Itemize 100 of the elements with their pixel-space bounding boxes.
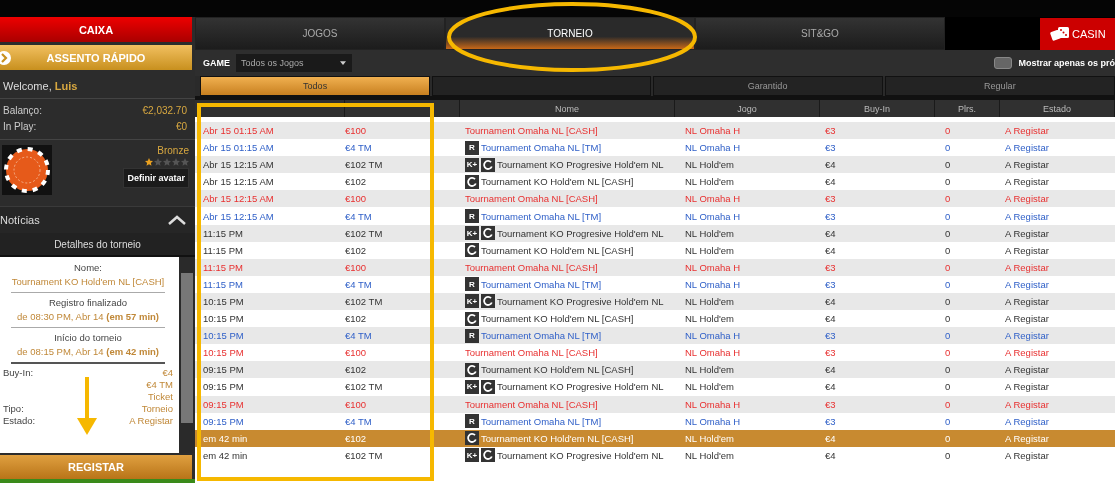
tournament-name: Tournament KO Hold'em NL [CASH]: [10, 275, 166, 289]
tournament-name-cell: Tournament KO Progresive Hold'em NL: [497, 227, 664, 239]
game-cell-text: NL Hold'em: [684, 159, 735, 171]
filter-tab[interactable]: Garantido: [652, 76, 883, 96]
player-level: Bronze: [157, 145, 189, 156]
buy-in-cell-text: €3: [824, 125, 837, 137]
status-cell-text: A Registar: [1004, 176, 1050, 188]
circular-arrow-icon: [465, 174, 479, 189]
scrollbar[interactable]: [179, 257, 195, 453]
nav-tab[interactable]: JOGOS: [195, 17, 445, 50]
game-cell-text: NL Omaha H: [684, 261, 742, 273]
set-avatar-button[interactable]: Definir avatar: [123, 168, 189, 188]
cashier-button[interactable]: CAIXA: [0, 17, 192, 42]
time-cell-text: 10:15 PM: [202, 347, 245, 359]
players-cell-text: 0: [944, 432, 952, 444]
buy-in-cell-text: €3: [824, 330, 837, 342]
time-cell-text: Abr 15 12:15 AM: [202, 193, 275, 205]
tournament-name-cell: Tournament Omaha NL [TM]: [481, 415, 602, 427]
status-cell-text: A Registar: [1004, 125, 1050, 137]
game-cell-text: NL Omaha H: [684, 347, 742, 359]
table-row[interactable]: Abr 15 12:15 AM €100 Tournament Omaha NL [CASH] NL Omaha H €3 0 A Registar: [195, 190, 1115, 208]
buy-in-cell-text: €3: [824, 278, 837, 290]
game-cell-text: NL Omaha H: [684, 278, 742, 290]
buy-in-cell-text: €3: [824, 210, 837, 222]
status-cell-text: A Registar: [1004, 398, 1050, 410]
fee-cell-text: €102: [345, 244, 368, 256]
tournament-name-cell: Tournament KO Hold'em NL [CASH]: [481, 176, 634, 188]
players-cell-text: 0: [944, 142, 952, 154]
table-row[interactable]: Abr 15 12:15 AM €102 TM K+ Tournament KO Progresive Hold'em NL NL Hold'em €4 0 A Registar: [195, 156, 1115, 174]
status-cell-text: A Registar: [1004, 449, 1050, 461]
nav-tab[interactable]: TORNEIO: [445, 17, 695, 50]
checkbox[interactable]: [994, 57, 1013, 69]
time-cell-text: 10:15 PM: [202, 296, 245, 307]
dice-icon: [1050, 26, 1070, 42]
tournament-name-cell: Tournament KO Hold'em NL [CASH]: [481, 313, 634, 325]
circular-arrow-icon: [465, 243, 479, 258]
buy-in-cell-text: €4: [824, 159, 837, 171]
time-cell-text: 09:15 PM: [202, 398, 245, 410]
tournament-name-cell: Tournament KO Progresive Hold'em NL: [497, 449, 664, 461]
players-cell-text: 0: [944, 210, 952, 222]
time-cell-text: Abr 15 12:15 AM: [202, 176, 275, 188]
filter-tab[interactable]: Regular: [884, 76, 1115, 96]
chevron-up-icon[interactable]: [167, 215, 187, 225]
table-row[interactable]: Abr 15 01:15 AM €100 Tournament Omaha NL [CASH] NL Omaha H €3 0 A Registar: [195, 122, 1115, 140]
time-cell-text: 11:15 PM: [202, 227, 244, 239]
game-cell-text: NL Omaha H: [684, 330, 742, 342]
balance-label: In Play:: [3, 120, 37, 134]
status-cell-text: A Registar: [1004, 381, 1050, 393]
buy-in-cell-text: €4: [824, 296, 837, 307]
status-cell-text: A Registar: [1004, 296, 1050, 307]
circular-arrow-icon: [465, 431, 479, 446]
status-cell-text: A Registar: [1004, 193, 1050, 205]
filter-tab[interactable]: Todos: [200, 76, 431, 96]
players-cell-text: 0: [944, 364, 952, 376]
poker-chip-avatar: [2, 145, 52, 195]
status-cell-text: A Registar: [1004, 227, 1050, 239]
tournament-name-cell: Tournament Omaha NL [TM]: [481, 142, 602, 154]
tournament-name-cell: Tournament Omaha NL [CASH]: [465, 193, 598, 205]
tournament-name-cell: Tournament Omaha NL [CASH]: [465, 347, 598, 359]
balance-label: Balanço:: [3, 104, 42, 118]
tournament-name-cell: Tournament Omaha NL [CASH]: [465, 398, 598, 410]
tag-badge: R: [465, 277, 479, 292]
players-cell-text: 0: [944, 261, 952, 273]
players-cell-text: 0: [944, 381, 952, 393]
buy-in-cell-text: €3: [824, 398, 837, 410]
field-value: Ticket: [148, 391, 173, 403]
field-value: Torneio: [141, 403, 173, 415]
status-cell-text: A Registar: [1004, 142, 1050, 154]
time-cell-text: 10:15 PM: [202, 330, 245, 342]
tournament-name-cell: Tournament Omaha NL [TM]: [481, 330, 602, 342]
circular-arrow-icon: [465, 311, 479, 326]
tournament-name-cell: Tournament Omaha NL [TM]: [481, 278, 602, 290]
table-row[interactable]: 10:15 PM €4 TM R Tournament Omaha NL [TM] NL Omaha H €3 0 A Registar: [195, 327, 1115, 345]
casino-button[interactable]: CASIN: [1040, 18, 1115, 50]
caret-icon: [340, 61, 346, 65]
circular-arrow-icon: [481, 379, 495, 394]
arrow-annotation: [77, 377, 97, 435]
buy-in-cell-text: €4: [824, 381, 837, 393]
status-cell-text: A Registar: [1004, 432, 1050, 444]
game-cell-text: NL Omaha H: [684, 415, 742, 427]
welcome-text: Welcome, Luis: [3, 80, 78, 92]
game-cell-text: NL Omaha H: [684, 210, 742, 222]
fee-cell-text: €102 TM: [345, 449, 384, 461]
field-value: A Registar: [129, 415, 173, 427]
buy-in-cell-text: €3: [824, 415, 837, 427]
nav-tab[interactable]: SIT&GO: [695, 17, 945, 50]
balance-value: €0: [175, 120, 187, 134]
time-cell-text: 10:15 PM: [202, 313, 245, 325]
news-header[interactable]: Notícias: [0, 206, 195, 233]
buy-in-cell-text: €3: [824, 193, 837, 205]
game-cell-text: NL Omaha H: [684, 142, 742, 154]
table-row[interactable]: 09:15 PM €102 Tournament KO Hold'em NL [CASH] NL Hold'em €4 0 A Registar: [195, 361, 1115, 379]
buy-in-cell-text: €4: [824, 244, 837, 256]
game-dropdown[interactable]: Todos os Jogos: [236, 54, 352, 72]
tournament-name-cell: Tournament KO Hold'em NL [CASH]: [481, 244, 634, 256]
tournament-name-cell: Tournament Omaha NL [CASH]: [465, 125, 598, 137]
players-cell-text: 0: [944, 449, 952, 461]
players-cell-text: 0: [944, 159, 952, 171]
details-label: Nome:: [73, 261, 103, 275]
tag-badge: R: [465, 414, 479, 429]
